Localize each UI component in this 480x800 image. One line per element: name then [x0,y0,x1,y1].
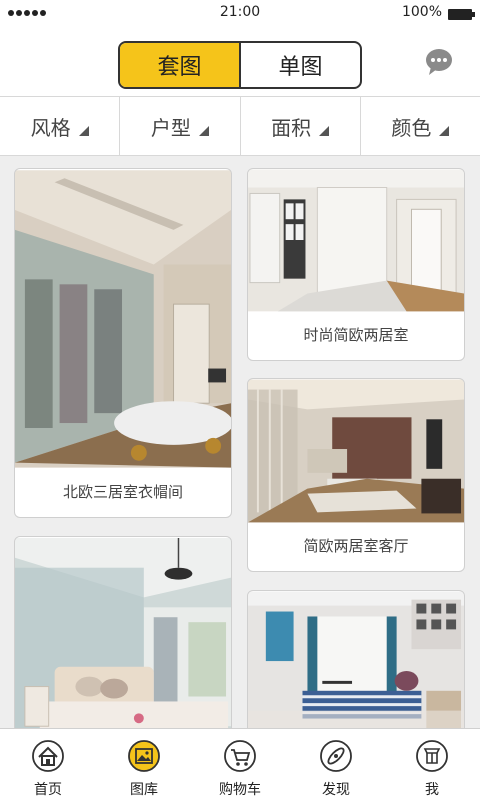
home-icon [32,740,64,772]
card-caption: 简欧两居室客厅 [303,537,409,555]
gallery-card-hallway[interactable]: 时尚简欧两居室 [247,168,465,361]
tab-set-images[interactable]: 套图 [120,43,241,87]
dropdown-triangle-icon [78,126,89,136]
gallery-icon [128,740,160,772]
gallery-card-blue-bedroom[interactable] [247,590,465,728]
bedroom-photo [15,537,231,728]
dropdown-triangle-icon [198,126,209,136]
view-toggle: 套图 单图 [118,41,362,89]
filter-label: 风格 [30,115,71,140]
battery-percent: 100% [401,4,442,20]
walk-in-closet-photo [15,170,231,468]
status-bar: 21:00 100% [0,0,480,28]
gallery-grid: 北欧三居室衣帽间 时尚简欧两居室 简欧两居室客厅 [0,156,480,728]
filter-label: 面积 [271,115,312,140]
gallery-card-bedroom[interactable] [14,536,232,728]
filter-bar: 风格 户型 面积 颜色 [0,96,480,156]
filter-layout[interactable]: 户型 [120,97,241,155]
filter-label: 颜色 [391,115,432,140]
blue-bedroom-photo [248,591,464,728]
gallery-card-closet[interactable]: 北欧三居室衣帽间 [14,168,232,518]
tab-me[interactable]: 我 [384,729,480,800]
filter-style[interactable]: 风格 [0,97,121,155]
compass-icon [320,740,352,772]
tab-single-images[interactable]: 单图 [241,43,360,87]
filter-color[interactable]: 颜色 [361,97,480,155]
hallway-photo [248,169,464,312]
tab-gallery[interactable]: 图库 [96,729,192,800]
filter-label: 户型 [150,115,191,140]
gallery-card-living-room[interactable]: 简欧两居室客厅 [247,378,465,572]
user-icon [416,740,448,772]
living-room-photo [248,379,464,523]
bottom-tab-bar: 首页 图库 购物车 发现 我 [0,728,480,800]
tab-label: 图库 [130,782,158,798]
tab-label: 购物车 [219,782,261,798]
card-caption: 时尚简欧两居室 [303,326,409,344]
tab-home[interactable]: 首页 [0,729,96,800]
tab-label: 首页 [34,782,62,798]
message-icon[interactable] [424,48,454,76]
dropdown-triangle-icon [319,126,330,136]
battery-icon [448,9,475,20]
tab-cart[interactable]: 购物车 [192,729,288,800]
tab-discover[interactable]: 发现 [288,729,384,800]
filter-area[interactable]: 面积 [241,97,361,155]
cart-icon [224,740,256,772]
header: 套图 单图 [0,28,480,96]
tab-label: 发现 [322,782,350,798]
tab-label: 我 [425,782,439,798]
dropdown-triangle-icon [439,126,450,136]
card-caption: 北欧三居室衣帽间 [62,483,183,501]
